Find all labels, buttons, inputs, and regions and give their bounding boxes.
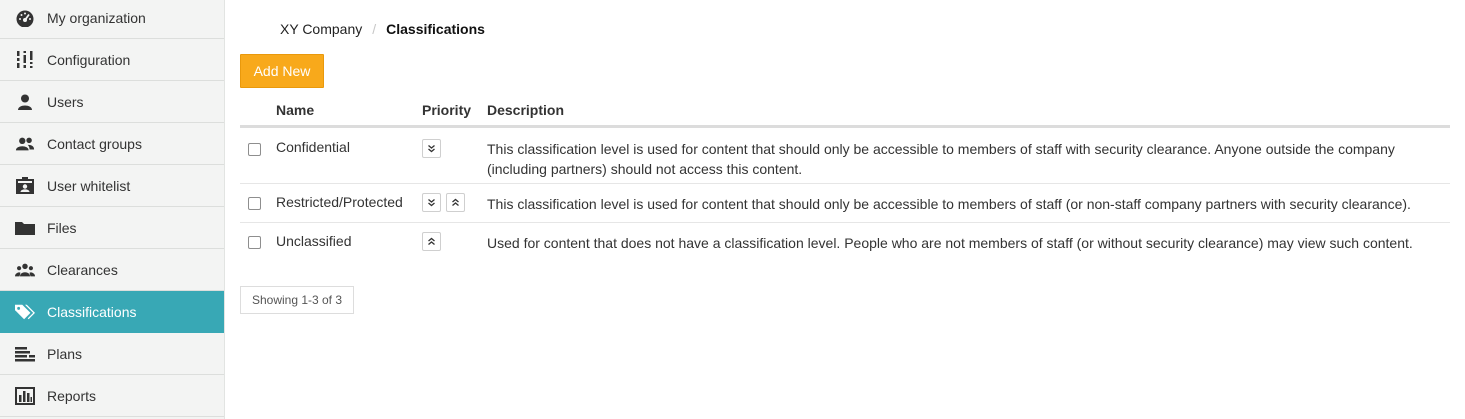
pagination-summary: Showing 1-3 of 3 bbox=[240, 286, 354, 314]
breadcrumb-separator: / bbox=[372, 21, 377, 37]
classification-name: Restricted/Protected bbox=[276, 194, 403, 210]
sidebar-item-contact-groups[interactable]: Contact groups bbox=[0, 123, 224, 165]
sidebar-item-label: Users bbox=[47, 93, 84, 110]
classification-name: Confidential bbox=[276, 139, 350, 155]
breadcrumb: XY Company / Classifications bbox=[280, 21, 485, 37]
sidebar-item-label: Clearances bbox=[47, 261, 118, 278]
table-row: Restricted/Protected This classification… bbox=[240, 184, 1450, 223]
add-new-button[interactable]: Add New bbox=[240, 54, 324, 88]
users-group-icon bbox=[15, 135, 35, 153]
tags-icon bbox=[15, 303, 35, 321]
sidebar-item-reports[interactable]: Reports bbox=[0, 375, 224, 417]
column-header-name[interactable]: Name bbox=[276, 102, 314, 118]
sidebar-item-users[interactable]: Users bbox=[0, 81, 224, 123]
dashboard-icon bbox=[15, 9, 35, 27]
table-row: Unclassified Used for content that does … bbox=[240, 223, 1450, 262]
sidebar-item-label: Plans bbox=[47, 345, 83, 362]
classification-description: Used for content that does not have a cl… bbox=[487, 235, 1413, 251]
table-row: Confidential This classification level i… bbox=[240, 128, 1450, 184]
sidebar-item-files[interactable]: Files bbox=[0, 207, 224, 249]
priority-up-button[interactable] bbox=[446, 193, 465, 212]
chevron-double-up-icon bbox=[428, 237, 435, 245]
sidebar-item-label: My organization bbox=[47, 10, 146, 26]
priority-down-button[interactable] bbox=[422, 193, 441, 212]
priority-down-button[interactable] bbox=[422, 139, 441, 158]
sidebar-item-label: Configuration bbox=[47, 51, 131, 68]
sidebar-item-user-whitelist[interactable]: User whitelist bbox=[0, 165, 224, 207]
row-checkbox[interactable] bbox=[248, 197, 261, 210]
column-header-description: Description bbox=[487, 102, 565, 118]
sidebar-item-label: User whitelist bbox=[47, 177, 131, 194]
chevron-double-up-icon bbox=[452, 198, 459, 206]
sidebar-item-clearances[interactable]: Clearances bbox=[0, 249, 224, 291]
classification-description: This classification level is used for co… bbox=[487, 141, 1395, 177]
sidebar-item-label: Files bbox=[47, 219, 77, 236]
classification-description: This classification level is used for co… bbox=[487, 196, 1411, 212]
plans-icon bbox=[15, 345, 35, 363]
page-title: Classifications bbox=[386, 21, 485, 37]
chevron-double-down-icon bbox=[428, 199, 435, 207]
user-icon bbox=[15, 93, 35, 111]
sidebar-item-label: Classifications bbox=[47, 303, 137, 320]
classifications-table: Name Priority Description Confidential T… bbox=[240, 92, 1450, 262]
sidebar-item-configuration[interactable]: Configuration bbox=[0, 39, 224, 81]
chevron-double-down-icon bbox=[428, 145, 435, 153]
table-header: Name Priority Description bbox=[240, 92, 1450, 128]
sidebar-item-classifications[interactable]: Classifications bbox=[0, 291, 224, 333]
priority-up-button[interactable] bbox=[422, 232, 441, 251]
sidebar-item-plans[interactable]: Plans bbox=[0, 333, 224, 375]
column-header-priority[interactable]: Priority bbox=[422, 102, 471, 118]
classification-name: Unclassified bbox=[276, 233, 352, 249]
main-content: XY Company / Classifications Add New Nam… bbox=[240, 0, 1465, 419]
sidebar-item-label: Reports bbox=[47, 387, 97, 404]
breadcrumb-company-link[interactable]: XY Company bbox=[280, 21, 362, 37]
users-group-icon bbox=[15, 261, 35, 279]
bar-chart-icon bbox=[15, 386, 35, 405]
row-checkbox[interactable] bbox=[248, 236, 261, 249]
sidebar-item-my-organization[interactable]: My organization bbox=[0, 0, 224, 39]
row-checkbox[interactable] bbox=[248, 143, 261, 156]
id-card-icon bbox=[15, 176, 35, 195]
sidebar: My organization Configuration Users Cont… bbox=[0, 0, 225, 419]
sidebar-item-label: Contact groups bbox=[47, 135, 142, 152]
sliders-icon bbox=[15, 50, 35, 69]
folder-icon bbox=[15, 219, 35, 237]
